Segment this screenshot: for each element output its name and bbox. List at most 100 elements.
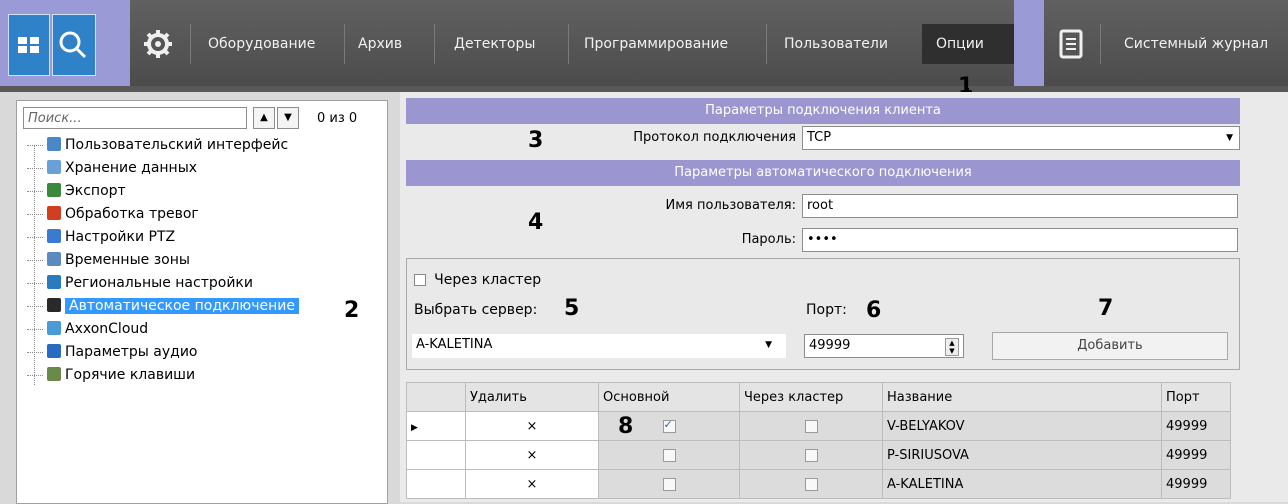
server-port-cell[interactable]: 49999 (1161, 411, 1231, 441)
ptz-icon (47, 229, 61, 243)
port-spin-button[interactable]: ▲ ▼ (945, 338, 959, 356)
gear-icon (144, 30, 172, 58)
tree-item[interactable]: AxxonCloud (27, 319, 148, 339)
auto-connect-icon (47, 298, 61, 312)
tab-hardware[interactable]: Оборудование (194, 24, 329, 64)
tree-item[interactable]: Региональные настройки (27, 273, 253, 293)
tree-connector (27, 328, 43, 330)
monitor-icon (47, 137, 61, 151)
delete-row-button[interactable]: × (465, 440, 599, 470)
journal-button[interactable] (1056, 24, 1086, 64)
delete-row-button[interactable]: × (465, 469, 599, 499)
tree-item[interactable]: Хранение данных (27, 158, 197, 178)
callout-5: 5 (564, 296, 580, 321)
hotkeys-icon (47, 367, 61, 381)
toolbar-separator (568, 24, 569, 64)
password-input[interactable]: •••• (802, 228, 1238, 252)
tree-item[interactable]: Пользовательский интерфейс (27, 135, 288, 155)
tree-item[interactable]: Горячие клавиши (27, 365, 195, 385)
toolbar-separator (434, 24, 435, 64)
search-prev-button[interactable]: ▲ (253, 107, 275, 129)
search-input[interactable]: Поиск... (23, 107, 247, 129)
tree-item-label: Временные зоны (65, 252, 190, 268)
tree-connector (27, 374, 43, 376)
tree-item-label: Горячие клавиши (65, 367, 196, 383)
column-header-name: Название (882, 382, 1162, 412)
callout-4: 4 (528, 210, 544, 235)
callout-2: 2 (344, 298, 360, 323)
username-input[interactable]: root (802, 194, 1238, 218)
table-row[interactable]: ▶ × V-BELYAKOV49999 (406, 411, 1231, 441)
table-row[interactable]: × A-KALETINA 49999 (406, 469, 1231, 499)
tree-item[interactable]: Автоматическое подключение (27, 296, 299, 316)
table-row[interactable]: × P-SIRIUSOVA 49999 (406, 440, 1231, 470)
row-indicator-cell (406, 440, 466, 470)
tree-item-label: Настройки PTZ (65, 229, 176, 245)
tree-item-label: AxxonCloud (65, 321, 149, 337)
protocol-select[interactable]: TCP ▼ (802, 126, 1240, 150)
alarm-icon (47, 206, 61, 220)
client-connection-header: Параметры подключения клиента (406, 98, 1240, 124)
port-input[interactable]: 49999 ▲ ▼ (804, 334, 964, 358)
cloud-icon (47, 321, 61, 335)
timezone-icon (47, 252, 61, 266)
settings-button[interactable] (140, 24, 176, 64)
tab-archive[interactable]: Архив (344, 24, 416, 64)
tree-connector (27, 282, 43, 284)
column-header-delete: Удалить (465, 382, 599, 412)
add-server-button[interactable]: Добавить (992, 332, 1228, 360)
main-checkbox[interactable] (662, 477, 676, 491)
select-server-label: Выбрать сервер: (414, 302, 538, 318)
tab-detectors[interactable]: Детекторы (440, 24, 549, 64)
server-name-cell[interactable]: V-BELYAKOV (882, 411, 1162, 441)
tree-item[interactable]: Настройки PTZ (27, 227, 175, 247)
tree-item[interactable]: Обработка тревог (27, 204, 199, 224)
search-button[interactable] (52, 14, 96, 76)
tree-connector (27, 167, 43, 169)
tree-connector (27, 190, 43, 192)
username-label: Имя пользователя: (665, 198, 796, 213)
chevron-up-icon: ▲ (260, 112, 268, 123)
password-label: Пароль: (741, 232, 796, 247)
tree-connector (27, 259, 43, 261)
windows-grid-button[interactable] (8, 14, 50, 76)
via-cluster-checkbox[interactable] (414, 274, 426, 286)
callout-3: 3 (528, 128, 544, 153)
main-checkbox[interactable] (662, 418, 676, 433)
tab-users[interactable]: Пользователи (770, 24, 902, 64)
via-cluster-checkbox[interactable] (804, 448, 818, 462)
via-cluster-checkbox[interactable] (804, 477, 818, 491)
server-select[interactable]: A-KALETINA ▼ (412, 334, 786, 358)
tree-item-label: Региональные настройки (65, 275, 253, 291)
audio-icon (47, 344, 61, 358)
delete-row-button[interactable]: × (465, 411, 599, 441)
tree-item-label: Пользовательский интерфейс (65, 137, 289, 153)
via-cluster-cell (739, 469, 883, 499)
tab-system-journal[interactable]: Системный журнал (1110, 24, 1282, 64)
tree-item-label: Параметры аудио (65, 344, 198, 360)
tree-connector (27, 213, 43, 215)
tree-item[interactable]: Экспорт (27, 181, 126, 201)
callout-8: 8 (618, 414, 634, 439)
server-port-cell[interactable]: 49999 (1161, 440, 1231, 470)
via-cluster-option[interactable]: Через кластер (414, 272, 541, 288)
tree-connector (27, 305, 43, 307)
via-cluster-checkbox[interactable] (804, 419, 818, 433)
tree-item[interactable]: Параметры аудио (27, 342, 198, 362)
row-indicator-cell: ▶ (406, 411, 466, 441)
server-name-cell[interactable]: P-SIRIUSOVA (882, 440, 1162, 470)
tab-programming[interactable]: Программирование (570, 24, 742, 64)
via-cluster-label: Через кластер (434, 272, 542, 288)
table-header-row: Удалить Основной Через кластер Название … (406, 382, 1231, 412)
windows-grid-icon (18, 37, 39, 53)
server-port-cell[interactable]: 49999 (1161, 469, 1231, 499)
server-name-cell[interactable]: A-KALETINA (882, 469, 1162, 499)
main-checkbox[interactable] (662, 448, 676, 462)
storage-icon (47, 160, 61, 174)
tree-item[interactable]: Временные зоны (27, 250, 190, 270)
settings-tree-panel: Поиск... ▲ ▼ 0 из 0 Пользовательский инт… (16, 100, 388, 504)
tab-options[interactable]: Опции (922, 24, 1014, 64)
search-next-button[interactable]: ▼ (277, 107, 299, 129)
column-header-via-cluster: Через кластер (739, 382, 883, 412)
callout-7: 7 (1098, 296, 1114, 321)
